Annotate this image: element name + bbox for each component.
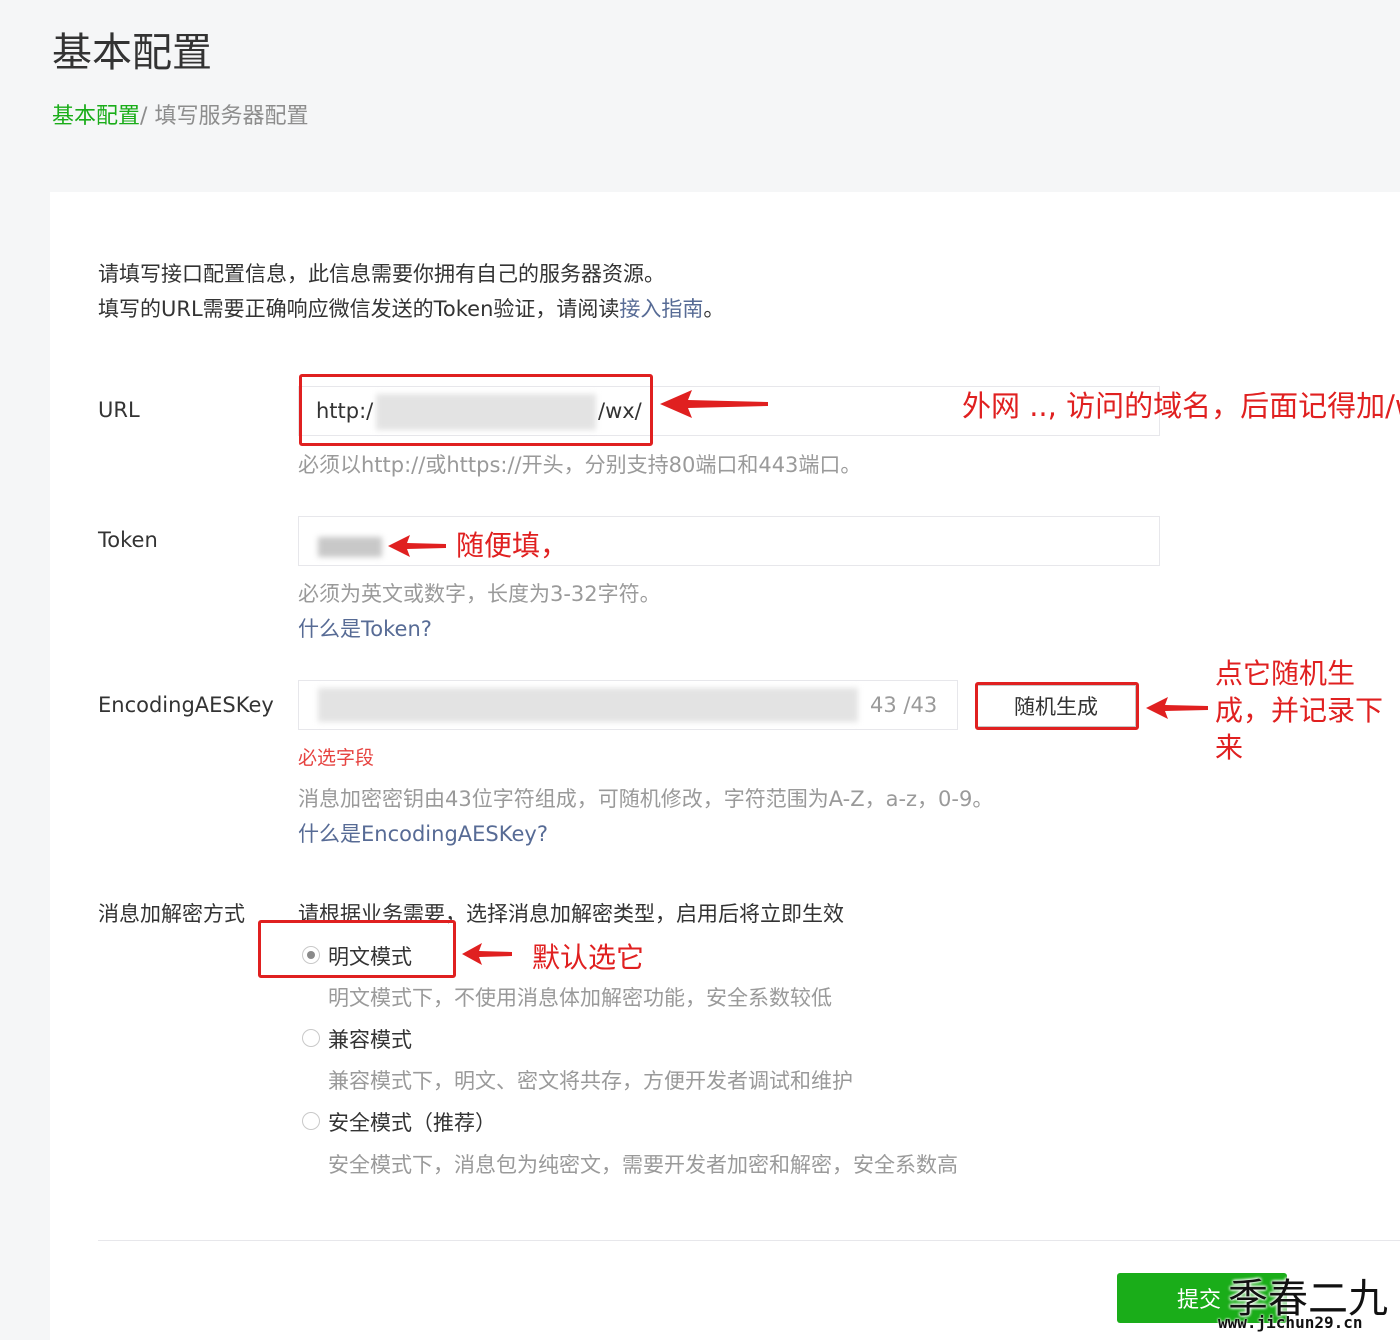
- breadcrumb-separator: /: [140, 104, 148, 129]
- aes-required-text: 必选字段: [298, 747, 375, 769]
- generate-annotation-line-3: 来: [1215, 731, 1244, 764]
- token-blurred-value: [318, 537, 382, 557]
- breadcrumb: 基本配置/ 填写服务器配置: [52, 98, 308, 130]
- aes-blurred-value: [318, 688, 858, 722]
- what-is-token-link[interactable]: 什么是Token?: [298, 613, 432, 643]
- generate-arrow-icon: [1146, 697, 1208, 719]
- url-label: URL: [98, 398, 140, 422]
- access-guide-link[interactable]: 接入指南: [619, 297, 703, 321]
- breadcrumb-link-basic-config[interactable]: 基本配置: [52, 104, 140, 129]
- radio-compatible-mode[interactable]: [302, 1029, 320, 1047]
- intro-line-1: 请填写接口配置信息，此信息需要你拥有自己的服务器资源。: [98, 262, 665, 286]
- encrypt-mode-label: 消息加解密方式: [98, 902, 245, 926]
- token-hint: 必须为英文或数字，长度为3-32字符。: [298, 582, 661, 606]
- annotation-mask: [795, 392, 955, 430]
- radio-label-compatible[interactable]: 兼容模式: [328, 1024, 412, 1054]
- radio-label-secure[interactable]: 安全模式（推荐）: [328, 1107, 496, 1137]
- aes-label: EncodingAESKey: [98, 693, 274, 717]
- page-title: 基本配置: [52, 30, 212, 76]
- intro-suffix: 。: [703, 297, 725, 321]
- url-highlight-box: [299, 374, 653, 446]
- compatible-desc: 兼容模式下，明文、密文将共存，方便开发者调试和维护: [328, 1069, 853, 1093]
- token-label: Token: [98, 528, 158, 552]
- intro-line-2: 填写的URL需要正确响应微信发送的Token验证，请阅读接入指南。: [98, 293, 724, 323]
- plaintext-arrow-icon: [462, 943, 512, 965]
- generate-annotation-line-2: 成，并记录下: [1215, 694, 1384, 727]
- radio-secure-mode[interactable]: [302, 1112, 320, 1130]
- generate-highlight-box: [975, 682, 1139, 730]
- intro-text: 填写的URL需要正确响应微信发送的Token验证，请阅读: [98, 297, 620, 321]
- watermark-url: www.jichun29.cn: [1218, 1313, 1363, 1332]
- generate-annotation-line-1: 点它随机生: [1215, 657, 1356, 690]
- url-hint: 必须以http://或https://开头，分别支持80端口和443端口。: [298, 453, 862, 477]
- url-annotation: 外网 .., 访问的域名，后面记得加/wx/: [962, 389, 1400, 423]
- aes-hint: 消息加密密钥由43位字符组成，可随机修改，字符范围为A-Z，a-z，0-9。: [298, 787, 994, 811]
- token-annotation: 随便填，: [456, 529, 569, 562]
- breadcrumb-current: 填写服务器配置: [154, 104, 309, 129]
- footer-divider: [98, 1240, 1400, 1241]
- plaintext-desc: 明文模式下，不使用消息体加解密功能，安全系数较低: [328, 986, 832, 1010]
- plaintext-highlight-box: [258, 920, 456, 978]
- aes-char-counter: 43 /43: [870, 693, 938, 717]
- token-arrow-icon: [388, 535, 446, 557]
- url-arrow-icon: [660, 390, 768, 418]
- what-is-aeskey-link[interactable]: 什么是EncodingAESKey?: [298, 818, 548, 848]
- secure-desc: 安全模式下，消息包为纯密文，需要开发者加密和解密，安全系数高: [328, 1153, 958, 1177]
- plaintext-annotation: 默认选它: [532, 941, 645, 974]
